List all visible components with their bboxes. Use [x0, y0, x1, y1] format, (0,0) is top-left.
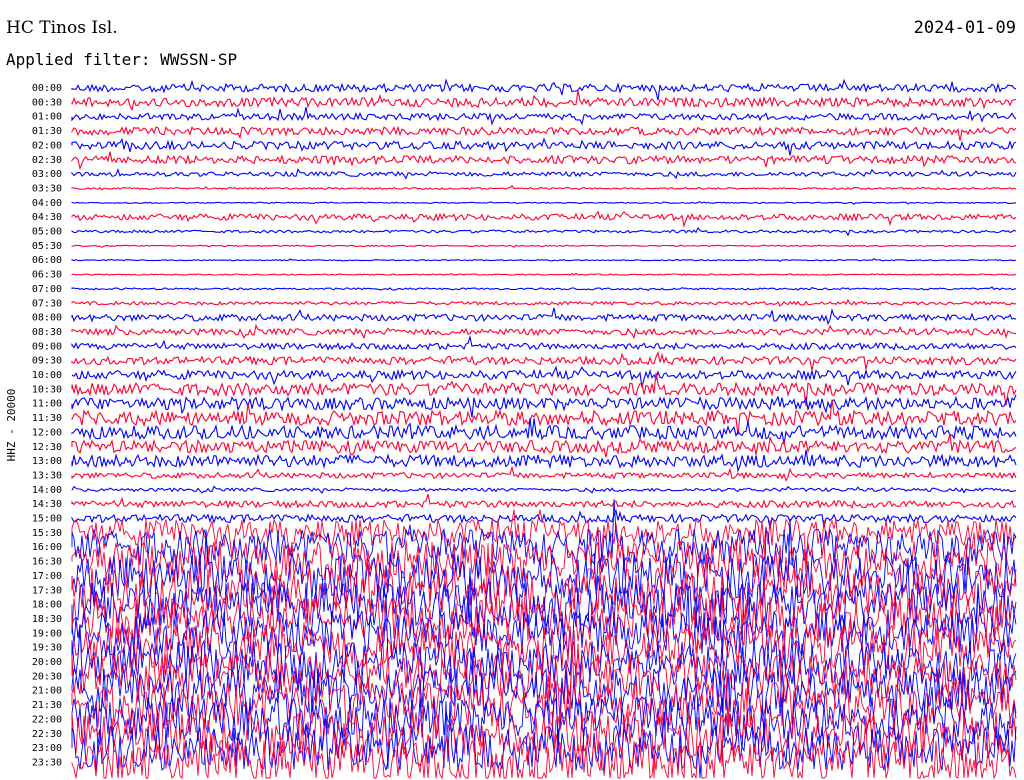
- time-label: 13:00: [32, 456, 62, 467]
- trace-line: [71, 151, 1017, 171]
- trace-line: [71, 272, 1017, 277]
- time-label: 01:00: [32, 112, 62, 123]
- trace-line: [71, 167, 1017, 180]
- trace-line: [71, 485, 1017, 494]
- trace-line: [71, 137, 1017, 156]
- trace-line: [71, 307, 1017, 326]
- time-label: 18:00: [32, 600, 62, 611]
- time-label: 01:30: [32, 126, 62, 137]
- trace-group: [71, 78, 1017, 780]
- time-label: 03:00: [32, 169, 62, 180]
- trace-line: [71, 418, 1017, 445]
- seismogram-chart: HHZ - 20000 00:00 00:30 01:00 01:30 02:00 02:…: [5, 78, 1017, 780]
- time-label: 00:30: [32, 97, 62, 108]
- trace-line: [71, 184, 1017, 191]
- trace-line: [71, 286, 1017, 292]
- time-label: 17:00: [32, 571, 62, 582]
- trace-line: [71, 323, 1017, 340]
- trace-line: [71, 298, 1017, 307]
- time-label: 18:30: [32, 614, 62, 625]
- time-label: 04:30: [32, 212, 62, 223]
- time-label: 14:30: [32, 499, 62, 510]
- time-label: 08:00: [32, 313, 62, 324]
- time-label: 12:30: [32, 442, 62, 453]
- time-label: 15:30: [32, 528, 62, 539]
- trace-line: [71, 508, 1017, 529]
- time-label: 20:30: [32, 671, 62, 682]
- time-label: 17:30: [32, 585, 62, 596]
- time-label: 06:00: [32, 255, 62, 266]
- trace-line: [71, 532, 1017, 607]
- time-labels: 00:00 00:30 01:00 01:30 02:00 02:30 03:00 03:30…: [32, 83, 62, 768]
- time-label: 19:00: [32, 628, 62, 639]
- time-label: 21:30: [32, 700, 62, 711]
- time-label: 22:30: [32, 729, 62, 740]
- time-label: 16:00: [32, 542, 62, 553]
- time-label: 11:30: [32, 413, 62, 424]
- time-label: 07:30: [32, 298, 62, 309]
- trace-line: [71, 350, 1017, 371]
- time-label: 16:30: [32, 557, 62, 568]
- time-label: 13:30: [32, 470, 62, 481]
- time-label: 06:30: [32, 270, 62, 281]
- trace-line: [71, 201, 1017, 205]
- time-label: 09:30: [32, 356, 62, 367]
- trace-line: [71, 226, 1017, 237]
- time-label: 02:30: [32, 155, 62, 166]
- time-label: 03:30: [32, 183, 62, 194]
- trace-line: [71, 258, 1017, 263]
- time-label: 02:00: [32, 140, 62, 151]
- time-label: 04:00: [32, 198, 62, 209]
- time-label: 21:00: [32, 686, 62, 697]
- trace-line: [71, 465, 1017, 482]
- trace-line: [71, 244, 1017, 248]
- time-label: 05:00: [32, 227, 62, 238]
- trace-line: [71, 365, 1017, 388]
- trace-line: [71, 493, 1017, 510]
- time-label: 14:00: [32, 485, 62, 496]
- trace-line: [71, 210, 1017, 228]
- time-label: 23:00: [32, 743, 62, 754]
- time-label: 10:30: [32, 384, 62, 395]
- time-label: 15:00: [32, 514, 62, 525]
- trace-line: [71, 399, 1017, 436]
- time-label: 12:00: [32, 427, 62, 438]
- y-axis-label: HHZ - 20000: [5, 389, 18, 462]
- trace-line: [71, 334, 1017, 351]
- time-label: 19:30: [32, 643, 62, 654]
- time-label: 05:30: [32, 241, 62, 252]
- time-label: 23:30: [32, 757, 62, 768]
- time-label: 22:00: [32, 714, 62, 725]
- time-label: 07:00: [32, 284, 62, 295]
- trace-line: [71, 372, 1017, 407]
- time-label: 00:00: [32, 83, 62, 94]
- time-label: 08:30: [32, 327, 62, 338]
- time-label: 11:00: [32, 399, 62, 410]
- trace-line: [71, 107, 1017, 126]
- time-label: 10:00: [32, 370, 62, 381]
- time-label: 20:00: [32, 657, 62, 668]
- trace-line: [71, 90, 1017, 112]
- time-label: 09:00: [32, 341, 62, 352]
